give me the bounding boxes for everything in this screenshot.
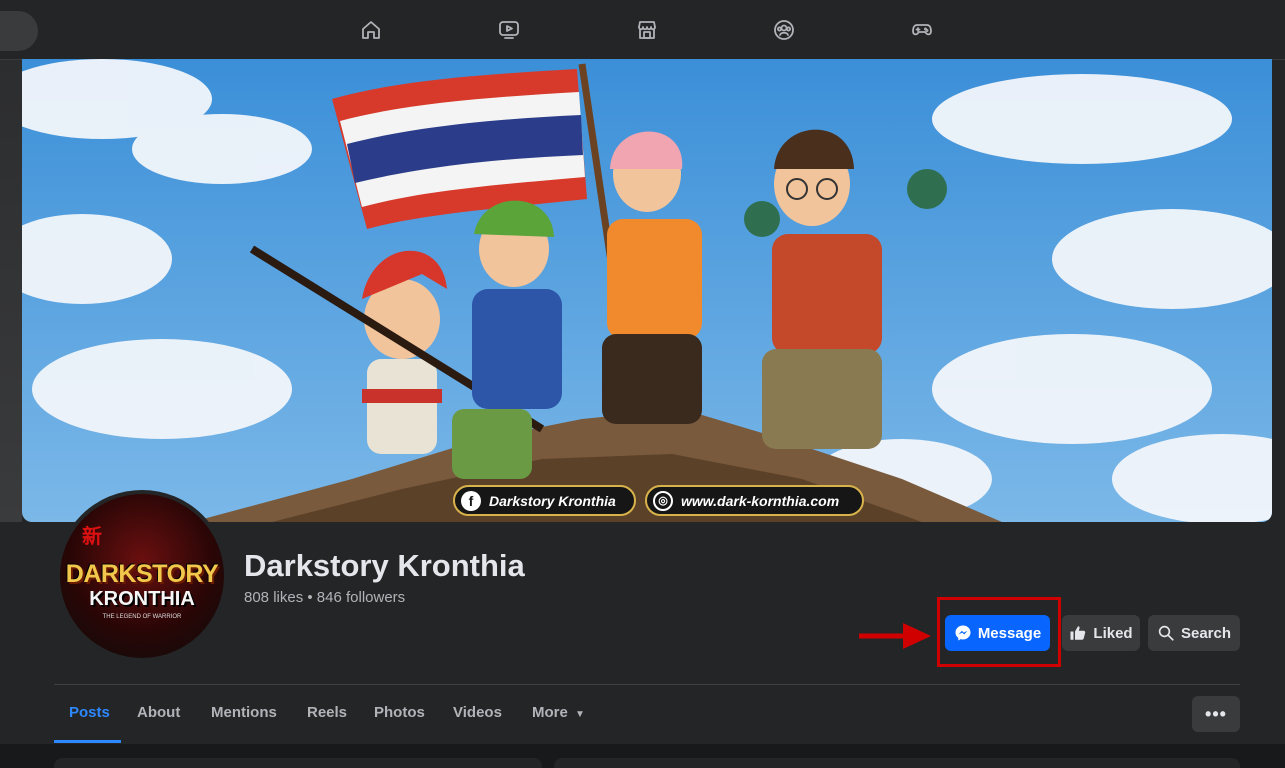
search-icon xyxy=(1158,625,1174,641)
liked-button[interactable]: Liked xyxy=(1062,615,1140,651)
header-divider xyxy=(54,684,1240,685)
tab-photos[interactable]: Photos xyxy=(374,704,425,721)
tab-videos[interactable]: Videos xyxy=(453,704,502,721)
avatar-logo-line3: THE LEGEND OF WARRIOR xyxy=(102,614,182,620)
home-icon[interactable] xyxy=(357,16,385,44)
page-stats[interactable]: 808 likes • 846 followers xyxy=(244,589,405,606)
messenger-icon xyxy=(955,625,971,641)
tab-more[interactable]: More ▼ xyxy=(532,704,585,721)
cover-photo[interactable] xyxy=(22,59,1272,522)
intro-card-top xyxy=(54,758,542,768)
tab-more-label: More xyxy=(532,704,568,721)
message-button[interactable]: Message xyxy=(945,615,1050,651)
tab-reels[interactable]: Reels xyxy=(307,704,347,721)
watch-icon[interactable] xyxy=(495,16,523,44)
cover-site-pill-text: www.dark-kornthia.com xyxy=(681,492,840,509)
globe-icon: ◎ xyxy=(653,490,673,511)
cover-illustration xyxy=(22,59,1272,522)
ellipsis-icon: ••• xyxy=(1205,703,1227,724)
tab-mentions[interactable]: Mentions xyxy=(211,704,277,721)
red-arrow-annotation xyxy=(859,623,931,649)
more-options-button[interactable]: ••• xyxy=(1192,696,1240,732)
avatar: 新 DARKSTORY KRONTHIA THE LEGEND OF WARRI… xyxy=(60,494,224,658)
search-button-label: Search xyxy=(1180,624,1232,642)
page-title: Darkstory Kronthia xyxy=(244,548,525,583)
cover-page-pill: f Darkstory Kronthia xyxy=(453,485,636,516)
thumbs-up-icon xyxy=(1070,626,1086,640)
facebook-icon: f xyxy=(461,490,481,511)
profile-picture[interactable]: 新 DARKSTORY KRONTHIA THE LEGEND OF WARRI… xyxy=(56,490,228,662)
avatar-logo-line2: KRONTHIA xyxy=(89,588,195,610)
tab-posts[interactable]: Posts xyxy=(69,704,110,721)
tab-about[interactable]: About xyxy=(137,704,180,721)
gaming-icon[interactable] xyxy=(908,16,936,44)
search-button[interactable]: Search xyxy=(1148,615,1240,651)
active-tab-indicator xyxy=(54,740,121,743)
marketplace-icon[interactable] xyxy=(633,16,661,44)
caret-down-icon: ▼ xyxy=(575,709,585,720)
top-navigation-bar xyxy=(0,0,1285,60)
avatar-logo-line1: DARKSTORY xyxy=(65,560,219,588)
avatar-kanji: 新 xyxy=(82,526,102,548)
cover-site-pill: ◎ www.dark-kornthia.com xyxy=(645,485,864,516)
search-box[interactable] xyxy=(0,11,38,51)
feed-card-top xyxy=(554,758,1240,768)
left-shade xyxy=(0,60,22,522)
message-button-label: Message xyxy=(977,624,1042,642)
liked-button-label: Liked xyxy=(1093,624,1133,642)
groups-icon[interactable] xyxy=(770,16,798,44)
cover-page-pill-text: Darkstory Kronthia xyxy=(489,492,616,509)
